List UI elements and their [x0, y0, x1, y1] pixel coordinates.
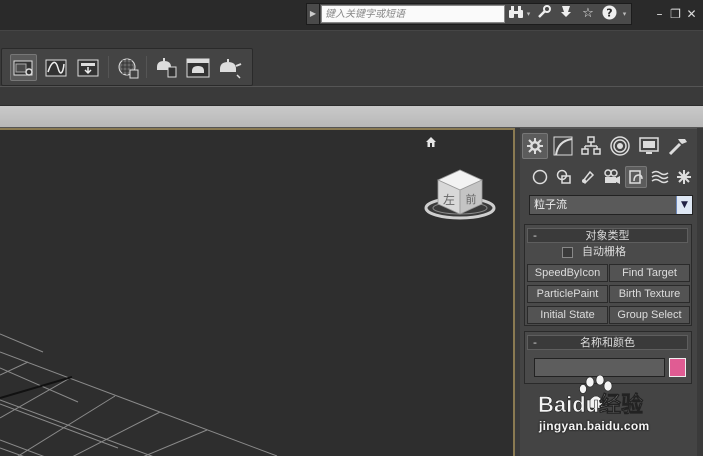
svg-text:?: ?	[606, 7, 612, 20]
particlepaint-button[interactable]: ParticlePaint	[527, 285, 608, 303]
minimize-icon[interactable]: –	[652, 4, 667, 24]
command-panel-scrollbar[interactable]	[697, 128, 703, 456]
explorer-icon[interactable]	[10, 54, 37, 81]
name-color-rollout-header[interactable]: - 名称和颜色	[527, 335, 688, 350]
pin-icon[interactable]	[557, 5, 575, 23]
viewcube-front-label: 前	[466, 192, 477, 206]
rendered-frame-window-icon[interactable]	[184, 54, 211, 81]
tab-hierarchy-icon[interactable]	[578, 133, 604, 159]
birth-texture-button[interactable]: Birth Texture	[609, 285, 690, 303]
tab-create-icon[interactable]	[522, 133, 548, 159]
systems-icon[interactable]	[673, 166, 695, 188]
ribbon-panel	[0, 106, 703, 128]
watermark-brand: Baidu经验	[538, 392, 643, 417]
title-bar: ▶ ▾ ☆ ? ▾ – ❐ ✕	[0, 0, 703, 30]
help-icon[interactable]: ?	[600, 5, 618, 23]
schematic-view-icon[interactable]	[74, 54, 101, 81]
watermark-url: jingyan.baidu.com	[539, 419, 650, 433]
material-editor-icon[interactable]	[114, 54, 141, 81]
tab-modify-icon[interactable]	[550, 133, 576, 159]
search-input[interactable]	[321, 5, 505, 23]
chevron-down-icon[interactable]: ▼	[676, 196, 692, 214]
object-type-rollout-header[interactable]: - 对象类型	[527, 228, 688, 243]
viewport-perspective[interactable]: 左 前	[0, 128, 515, 456]
lights-icon[interactable]	[577, 166, 599, 188]
object-category-dropdown[interactable]: 粒子流 ▼	[529, 195, 693, 215]
shapes-icon[interactable]	[553, 166, 575, 188]
viewcube-home-icon[interactable]	[425, 136, 437, 148]
restore-icon[interactable]: ❐	[668, 4, 683, 24]
viewcube[interactable]: 左 前	[424, 162, 496, 220]
name-color-title: 名称和颜色	[580, 336, 635, 349]
tab-utilities-icon[interactable]	[665, 133, 691, 159]
render-setup-icon[interactable]	[152, 54, 179, 81]
object-color-swatch[interactable]	[669, 358, 686, 377]
curve-editor-icon[interactable]	[42, 54, 69, 81]
initial-state-button[interactable]: Initial State	[527, 306, 608, 324]
geometry-icon[interactable]	[529, 166, 551, 188]
find-target-button[interactable]: Find Target	[609, 264, 690, 282]
close-icon[interactable]: ✕	[684, 4, 699, 24]
help-dropdown[interactable]: ▾	[621, 5, 628, 23]
viewcube-left-label: 左	[443, 192, 455, 207]
star-icon[interactable]: ☆	[579, 5, 597, 23]
main-toolbar	[1, 48, 253, 86]
helpers-icon[interactable]	[625, 166, 647, 188]
window-controls: – ❐ ✕	[652, 4, 702, 24]
autogrid-label: 自动栅格	[582, 245, 626, 258]
tab-motion-icon[interactable]	[607, 133, 633, 159]
render-production-icon[interactable]	[216, 54, 243, 81]
tab-display-icon[interactable]	[636, 133, 662, 159]
binoculars-icon[interactable]	[507, 5, 525, 23]
group-select-button[interactable]: Group Select	[609, 306, 690, 324]
ribbon-bar	[0, 86, 703, 106]
wrench-icon[interactable]	[535, 5, 553, 23]
autogrid-checkbox[interactable]	[562, 247, 573, 258]
search-expand-arrow[interactable]: ▶	[307, 4, 320, 24]
object-type-title: 对象类型	[585, 229, 630, 242]
space-warps-icon[interactable]	[649, 166, 671, 188]
cameras-icon[interactable]	[601, 166, 623, 188]
infocenter-search-box: ▶ ▾ ☆ ? ▾	[306, 3, 632, 25]
speedbyicon-button[interactable]: SpeedByIcon	[527, 264, 608, 282]
category-selected-label: 粒子流	[534, 198, 567, 211]
search-options-dropdown[interactable]: ▾	[525, 5, 532, 23]
